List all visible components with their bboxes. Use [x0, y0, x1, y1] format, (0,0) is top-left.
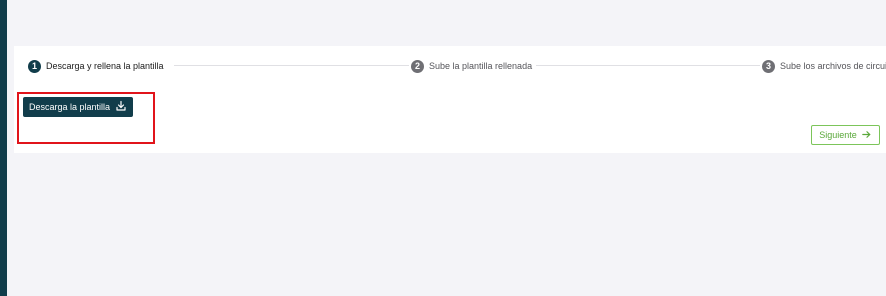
wizard-panel: 1 Descarga y rellena la plantilla 2 Sube…: [14, 46, 886, 153]
download-icon: [115, 100, 127, 114]
step-2: 2 Sube la plantilla rellenada: [409, 58, 537, 74]
left-sidebar-rail: [0, 0, 7, 296]
step-number-badge: 3: [762, 59, 775, 73]
step-label: Sube los archivos de circuitos: [780, 61, 886, 71]
step-number-badge: 1: [28, 59, 41, 73]
step-1: 1 Descarga y rellena la plantilla: [28, 58, 168, 74]
download-button-label: Descarga la plantilla: [28, 102, 111, 112]
step-label: Descarga y rellena la plantilla: [46, 61, 164, 71]
arrow-right-icon: [861, 129, 872, 142]
step-3: 3 Sube los archivos de circuitos: [760, 58, 886, 74]
step-connector: [528, 65, 760, 66]
step-connector: [174, 65, 410, 66]
step-number-badge: 2: [411, 59, 424, 73]
next-button-label: Siguiente: [819, 130, 857, 140]
stepper: 1 Descarga y rellena la plantilla 2 Sube…: [28, 58, 886, 74]
step-label: Sube la plantilla rellenada: [429, 61, 533, 71]
next-button[interactable]: Siguiente: [811, 125, 880, 145]
download-template-button[interactable]: Descarga la plantilla: [23, 97, 133, 117]
